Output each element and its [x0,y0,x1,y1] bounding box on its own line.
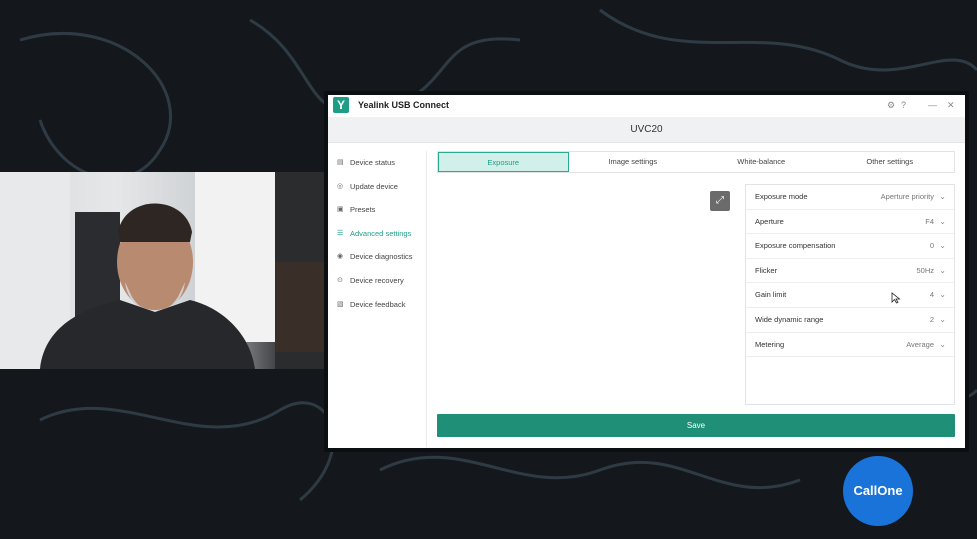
minimize-button[interactable]: — [928,99,937,111]
tab-other-settings[interactable]: Other settings [826,152,955,172]
presenter-video [0,172,329,369]
device-status-icon: ▤ [337,159,344,166]
setting-exposure-compensation[interactable]: Exposure compensation 0 ⌄ [746,234,954,259]
setting-flicker[interactable]: Flicker 50Hz ⌄ [746,259,954,284]
sliders-icon: ☰ [337,229,344,237]
yealink-logo-icon: Y [333,97,349,113]
setting-value: 50Hz [916,265,934,275]
chevron-down-icon[interactable]: ⌄ [939,333,946,356]
setting-label: Exposure mode [755,192,808,201]
sidebar-item-label: Device diagnostics [350,252,413,262]
callone-logo: CallOne [843,456,913,526]
expand-icon[interactable]: ⤢ [710,191,730,211]
setting-value: Aperture priority [880,192,934,201]
title-bar: Y Yealink USB Connect ⚙ ? — ✕ [328,95,965,117]
app-window: Y Yealink USB Connect ⚙ ? — ✕ UVC20 ▤ De… [328,95,965,448]
mouse-cursor-icon [891,292,901,304]
settings-tabs: Exposure Image settings White-balance Ot… [437,151,955,173]
sidebar: ▤ Device status ◎ Update device ▣ Preset… [328,151,426,316]
setting-gain-limit[interactable]: Gain limit 4 ⌄ [746,283,954,308]
camera-preview-area [437,183,737,403]
sidebar-item-label: Advanced settings [350,228,412,238]
feedback-icon: ▧ [337,300,344,308]
sidebar-item-label: Update device [350,181,398,191]
setting-metering[interactable]: Metering Average ⌄ [746,333,954,358]
setting-label: Metering [755,339,785,349]
sidebar-item-presets[interactable]: ▣ Presets [328,198,426,222]
chevron-down-icon[interactable]: ⌄ [939,185,946,208]
webcam-feed [0,172,329,369]
setting-value: 2 [929,314,934,324]
app-title: Yealink USB Connect [358,100,450,110]
device-name: UVC20 [630,124,663,135]
diagnostics-icon: ◉ [337,253,344,261]
chevron-down-icon[interactable]: ⌄ [939,283,946,306]
sidebar-divider [426,151,427,447]
setting-value: 0 [929,241,934,251]
tab-white-balance[interactable]: White-balance [697,152,826,172]
setting-label: Flicker [755,265,778,275]
chevron-down-icon[interactable]: ⌄ [939,259,946,282]
device-name-bar: UVC20 [328,117,965,143]
sidebar-item-label: Device status [350,158,396,167]
recovery-icon: ⊙ [337,276,343,284]
sidebar-item-label: Presets [350,205,376,215]
tab-exposure[interactable]: Exposure [438,152,569,172]
sidebar-item-device-status[interactable]: ▤ Device status [328,151,426,175]
sidebar-item-label: Device recovery [350,275,404,285]
chevron-down-icon[interactable]: ⌄ [939,210,946,233]
sidebar-item-device-diagnostics[interactable]: ◉ Device diagnostics [328,245,426,269]
setting-aperture[interactable]: Aperture F4 ⌄ [746,210,954,235]
help-icon[interactable]: ? [901,99,906,111]
sidebar-item-device-recovery[interactable]: ⊙ Device recovery [328,269,426,293]
setting-label: Gain limit [755,290,787,300]
tab-image-settings[interactable]: Image settings [569,152,698,172]
sidebar-item-advanced-settings[interactable]: ☰ Advanced settings [328,222,426,246]
chevron-down-icon[interactable]: ⌄ [939,308,946,331]
setting-wide-dynamic-range[interactable]: Wide dynamic range 2 ⌄ [746,308,954,333]
setting-value: Average [906,339,934,349]
setting-label: Aperture [755,216,784,226]
chevron-down-icon[interactable]: ⌄ [939,234,946,257]
sidebar-item-device-feedback[interactable]: ▧ Device feedback [328,293,426,317]
exposure-settings-panel: Exposure mode Aperture priority ⌄ Apertu… [745,184,955,405]
setting-label: Wide dynamic range [755,314,824,324]
sidebar-item-update-device[interactable]: ◎ Update device [328,175,426,199]
setting-exposure-mode[interactable]: Exposure mode Aperture priority ⌄ [746,185,954,210]
setting-value: 4 [929,290,934,300]
sidebar-item-label: Device feedback [350,299,406,309]
close-button[interactable]: ✕ [947,99,955,111]
setting-value: F4 [925,216,934,226]
update-icon: ◎ [337,182,344,190]
save-button[interactable]: Save [437,414,955,437]
presets-icon: ▣ [337,206,344,214]
setting-label: Exposure compensation [755,241,836,251]
gear-icon[interactable]: ⚙ [887,99,895,111]
